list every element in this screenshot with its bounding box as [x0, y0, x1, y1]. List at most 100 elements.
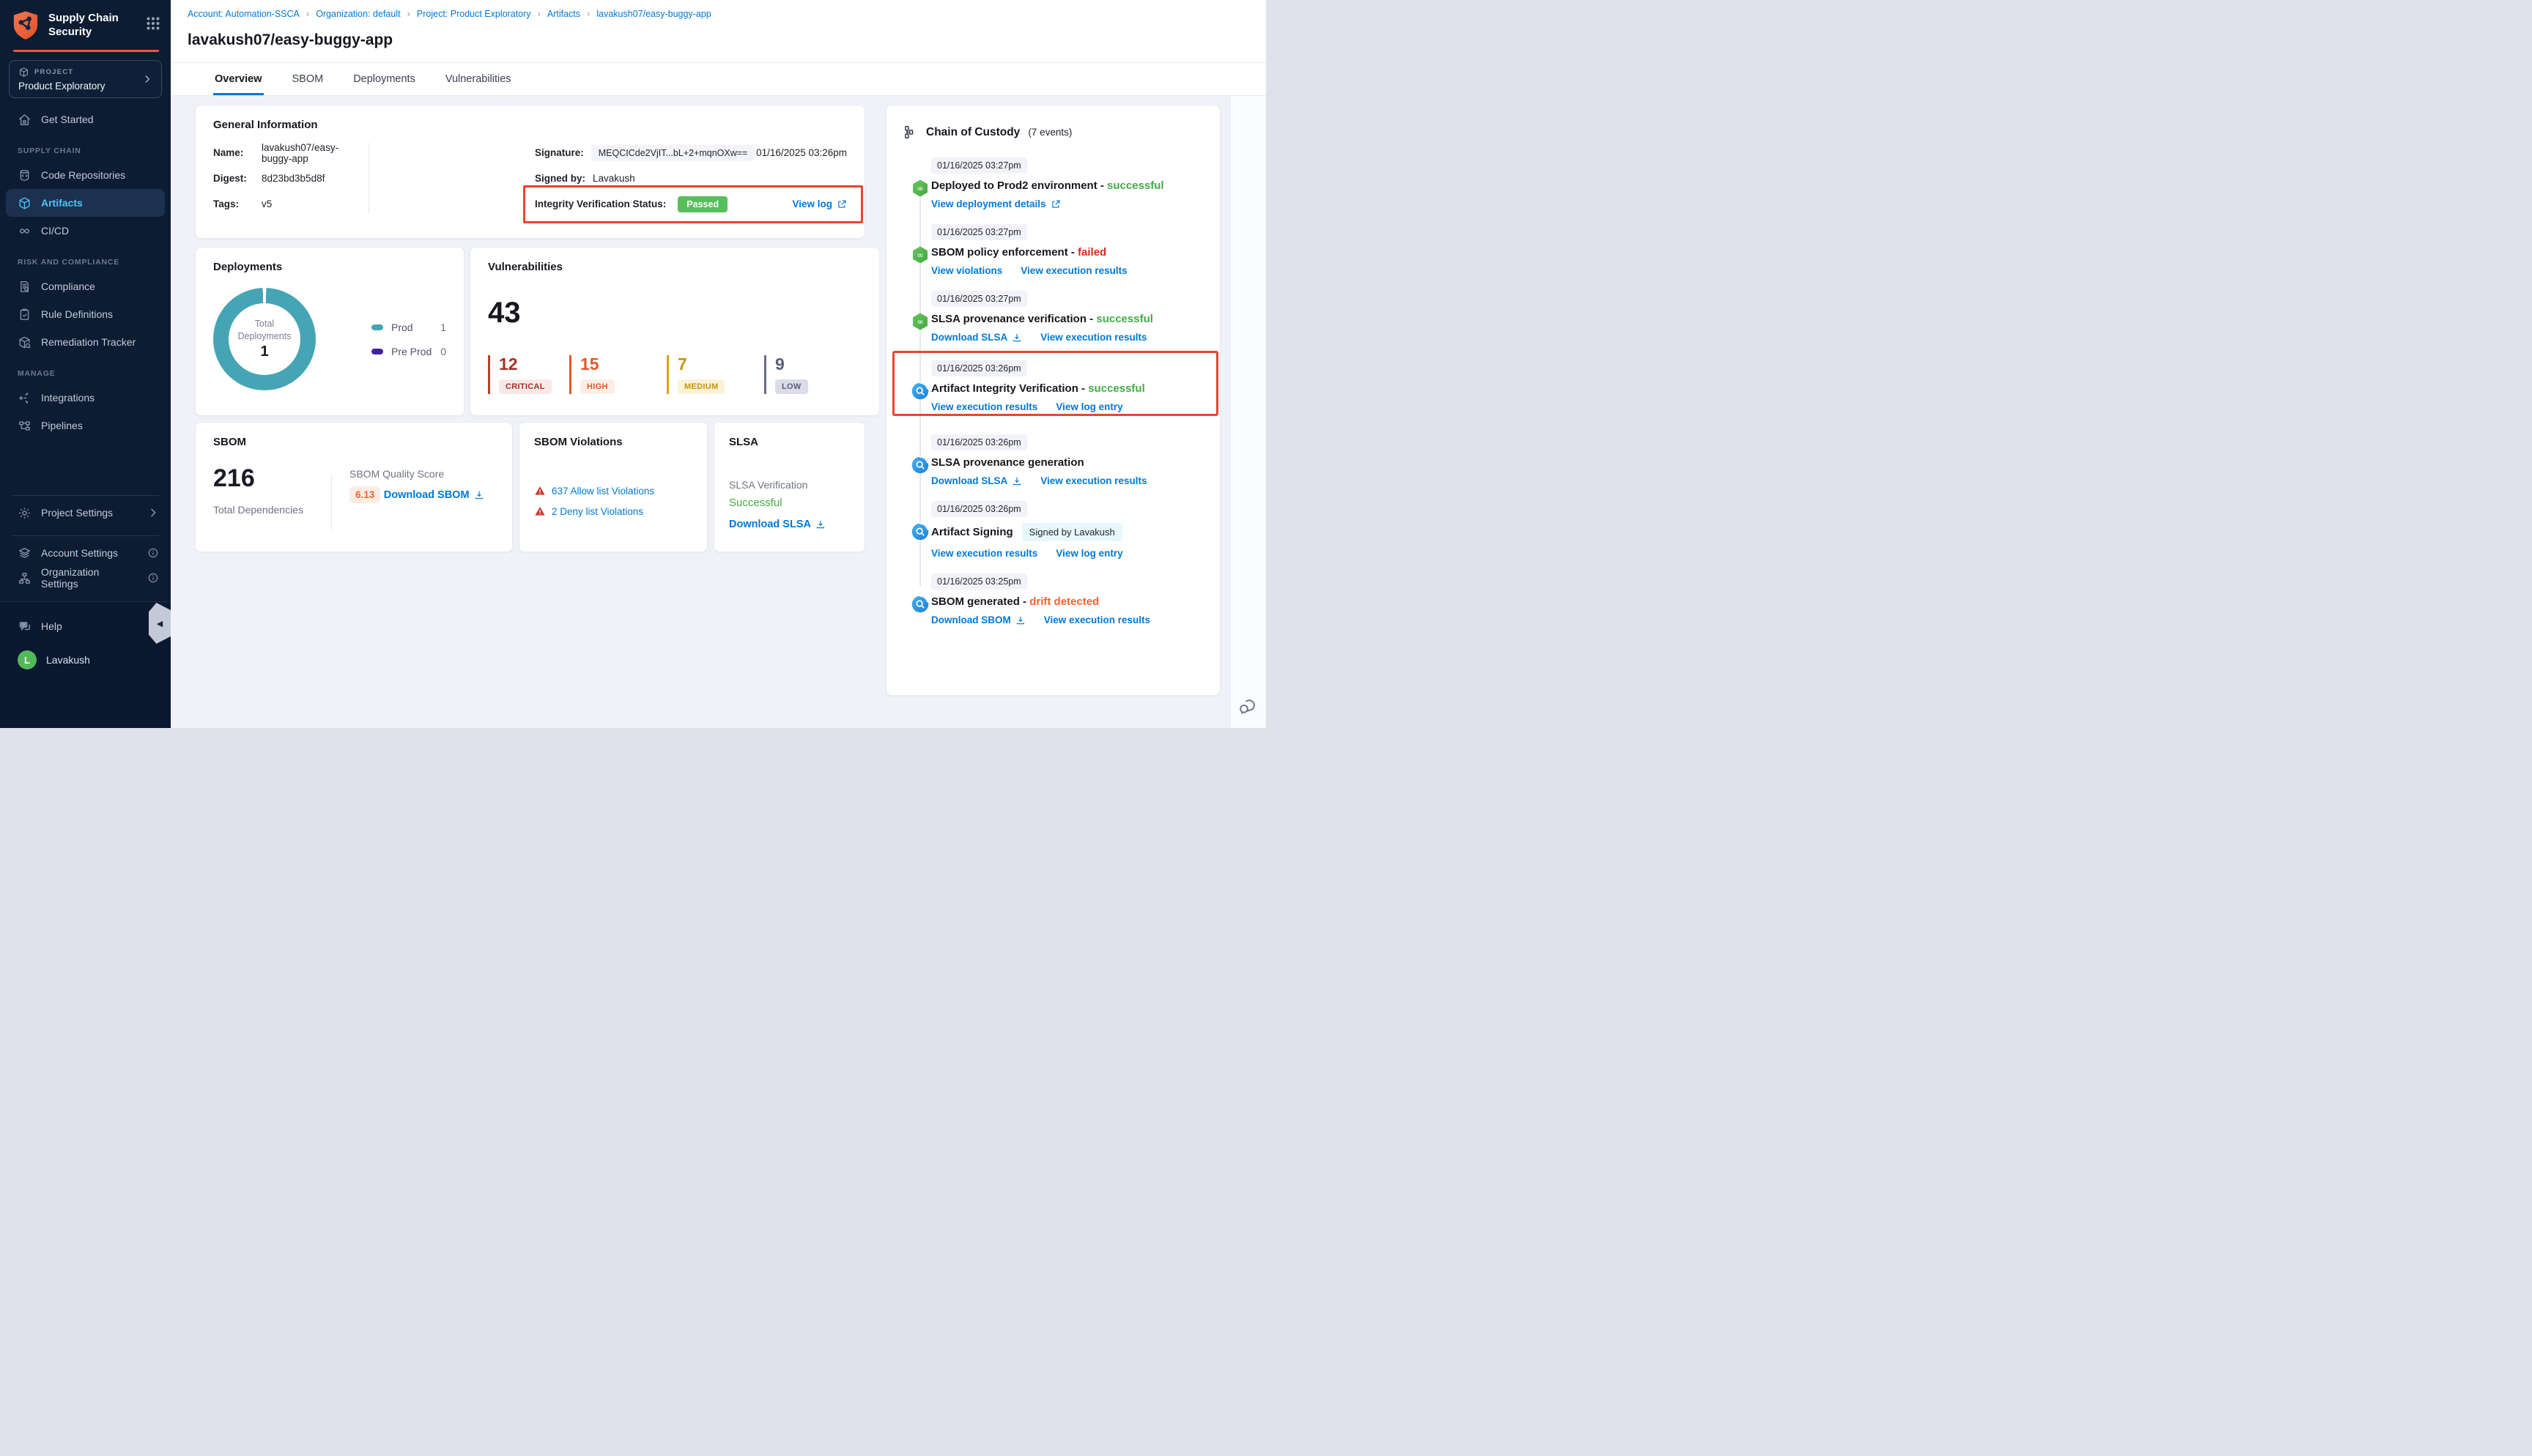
- download-slsa-link[interactable]: Download SLSA: [729, 519, 826, 530]
- pipeline-hexagon-icon: ∞: [911, 179, 930, 198]
- pipelines-icon: [18, 419, 32, 433]
- event-links: View deployment details: [931, 198, 1208, 209]
- download-sbom-link[interactable]: Download SBOM: [384, 489, 484, 501]
- project-selector[interactable]: PROJECT Product Exploratory: [9, 60, 162, 98]
- tab-bar: Overview SBOM Deployments Vulnerabilities: [171, 63, 1266, 96]
- info-icon[interactable]: [147, 572, 159, 584]
- severity-medium: 7MEDIUM: [667, 355, 764, 394]
- tab-sbom[interactable]: SBOM: [291, 63, 325, 95]
- link-view-execution-results[interactable]: View execution results: [1021, 265, 1127, 276]
- link-view-log-entry[interactable]: View log entry: [1056, 548, 1122, 559]
- tab-overview[interactable]: Overview: [213, 63, 264, 95]
- breadcrumb-separator-icon: ›: [306, 8, 309, 19]
- sidebar-item-organization-settings[interactable]: Organization Settings: [6, 565, 165, 590]
- tags-value: v5: [262, 198, 272, 209]
- tags-label: Tags:: [213, 198, 262, 209]
- sidebar-item-code-repositories[interactable]: Code Repositories: [6, 161, 165, 189]
- sidebar-item-pipelines[interactable]: Pipelines: [6, 412, 165, 439]
- divider: [331, 475, 332, 531]
- severity-badge: CRITICAL: [499, 379, 552, 394]
- custody-event-slsa-provenance-generation: 01/16/2025 03:26pmSLSA provenance genera…: [898, 434, 1208, 486]
- event-status: failed: [1078, 246, 1106, 259]
- doc-search-icon: [18, 280, 32, 294]
- project-selector-label: PROJECT: [34, 68, 73, 76]
- breadcrumb-item-project[interactable]: Project: Product Exploratory: [417, 9, 531, 19]
- link-view-execution-results[interactable]: View execution results: [1040, 475, 1147, 486]
- link-view-deployment-details[interactable]: View deployment details: [931, 198, 1061, 209]
- sidebar-item-rule-definitions[interactable]: Rule Definitions: [6, 300, 165, 328]
- app-root: Supply Chain Security PROJECT Product Ex…: [0, 0, 1266, 728]
- severity-count: 9: [775, 355, 862, 374]
- event-title-row: SLSA provenance verification - successfu…: [931, 313, 1208, 325]
- custody-event-slsa-provenance-verification: 01/16/2025 03:27pm∞SLSA provenance verif…: [898, 291, 1208, 343]
- violations-list: 637 Allow list Violations 2 Deny list Vio…: [534, 485, 692, 517]
- signature-value-chip: MEQCICde2VjIT...bL+2+mqnOXw==: [591, 145, 755, 161]
- app-title: Supply Chain Security: [48, 12, 129, 40]
- module-grid-icon[interactable]: [146, 16, 160, 31]
- link-view-execution-results[interactable]: View execution results: [1040, 332, 1147, 343]
- link-2-deny-list-violations[interactable]: 2 Deny list Violations: [552, 506, 643, 517]
- breadcrumb-item-lavakush07-easy-buggy-app[interactable]: lavakush07/easy-buggy-app: [596, 9, 711, 19]
- link-download-slsa[interactable]: Download SLSA: [931, 475, 1022, 486]
- link-download-sbom[interactable]: Download SBOM: [931, 614, 1026, 625]
- event-title-row: Artifact SigningSigned by Lavakush: [931, 523, 1208, 541]
- slsa-verification-status: Successful: [729, 497, 850, 509]
- link-view-execution-results[interactable]: View execution results: [931, 548, 1037, 559]
- sbom-quality-score-label: SBOM Quality Score: [349, 468, 484, 480]
- sbom-card: SBOM 216 Total Dependencies SBOM Quality…: [195, 422, 513, 552]
- digest-value: 8d23bd3b5d8f: [262, 173, 325, 184]
- event-title-row: SBOM policy enforcement - failed: [931, 246, 1208, 259]
- infinity-icon: [18, 224, 32, 238]
- event-dash: -: [1097, 179, 1107, 192]
- user-menu[interactable]: L Lavakush: [6, 646, 165, 674]
- sidebar-item-help[interactable]: ? Help: [6, 612, 165, 640]
- sidebar-item-artifacts[interactable]: Artifacts: [6, 189, 165, 217]
- link-view-violations[interactable]: View violations: [931, 265, 1002, 276]
- event-title: SBOM policy enforcement: [931, 246, 1068, 259]
- sidebar-item-compliance[interactable]: Compliance: [6, 272, 165, 300]
- link-view-log-entry[interactable]: View log entry: [1056, 401, 1122, 412]
- sidebar-header: Supply Chain Security: [0, 0, 171, 52]
- link-download-slsa[interactable]: Download SLSA: [931, 332, 1022, 343]
- severity-breakdown: 12CRITICAL15HIGH7MEDIUM9LOW: [488, 355, 862, 394]
- box-tool-icon: [18, 335, 32, 349]
- sidebar-item-get-started[interactable]: Get Started: [6, 105, 165, 133]
- info-icon[interactable]: [147, 547, 159, 559]
- layers-icon: [18, 546, 32, 560]
- sidebar-item-ci-cd[interactable]: CI/CD: [6, 217, 165, 245]
- cube-icon: [18, 67, 29, 78]
- chevron-right-icon: [147, 507, 159, 519]
- sidebar-item-label: Remediation Tracker: [41, 336, 136, 348]
- view-log-link[interactable]: View log: [792, 198, 847, 209]
- legend-item-pre-prod: Pre Prod0: [371, 346, 446, 357]
- link-view-execution-results[interactable]: View execution results: [931, 401, 1037, 412]
- sidebar-item-project-settings[interactable]: Project Settings: [6, 499, 165, 527]
- card-title: General Information: [213, 119, 847, 131]
- custody-event-list: 01/16/2025 03:27pm∞Deployed to Prod2 env…: [898, 157, 1208, 625]
- card-title: Deployments: [213, 261, 446, 273]
- event-title-row: Artifact Integrity Verification - succes…: [931, 382, 1208, 395]
- tab-deployments[interactable]: Deployments: [352, 63, 417, 95]
- project-selector-name: Product Exploratory: [18, 81, 142, 92]
- content: General Information Name:lavakush07/easy…: [171, 96, 1266, 728]
- severity-high: 15HIGH: [569, 355, 667, 394]
- donut-center-label: Total Deployments: [232, 318, 297, 343]
- sidebar-collapse-handle[interactable]: ◀: [149, 603, 171, 644]
- link-637-allow-list-violations[interactable]: 637 Allow list Violations: [552, 486, 654, 497]
- link-view-execution-results[interactable]: View execution results: [1044, 614, 1150, 625]
- event-title: Artifact Signing: [931, 526, 1013, 538]
- event-links: Download SBOM View execution results: [931, 614, 1208, 625]
- breadcrumb-item-artifacts[interactable]: Artifacts: [547, 9, 580, 19]
- tab-vulnerabilities[interactable]: Vulnerabilities: [444, 63, 513, 95]
- status-badge: Passed: [678, 196, 728, 212]
- right-rail: [1229, 96, 1266, 728]
- sidebar-item-integrations[interactable]: Integrations: [6, 384, 165, 412]
- sidebar-item-remediation-tracker[interactable]: Remediation Tracker: [6, 328, 165, 356]
- support-chat-icon[interactable]: [1237, 697, 1257, 716]
- sidebar-item-account-settings[interactable]: Account Settings: [6, 541, 165, 565]
- custody-event-artifact-signing: 01/16/2025 03:26pmArtifact SigningSigned…: [898, 501, 1208, 559]
- signed-by-label: Signed by:: [535, 173, 585, 184]
- event-title-row: SLSA provenance generation: [931, 456, 1208, 469]
- breadcrumb-item-account[interactable]: Account: Automation-SSCA: [188, 9, 300, 19]
- breadcrumb-item-organization[interactable]: Organization: default: [316, 9, 400, 19]
